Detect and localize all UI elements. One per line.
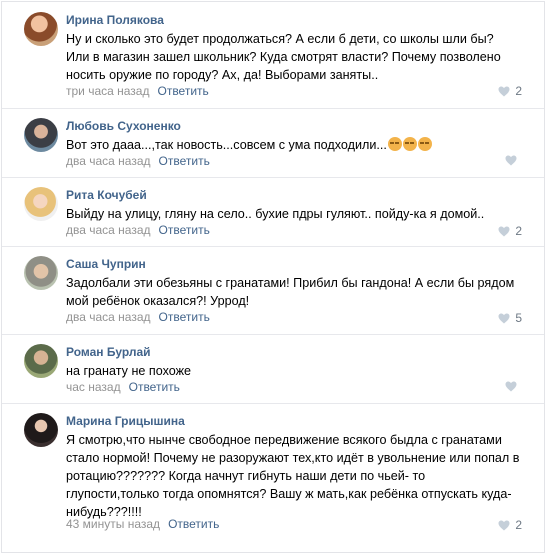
comment-meta: два часа назад Ответить: [66, 223, 210, 237]
like-count: 2: [515, 84, 522, 98]
like-button[interactable]: 2: [498, 84, 522, 98]
like-button[interactable]: [505, 155, 522, 166]
avatar[interactable]: [24, 12, 58, 46]
reply-link[interactable]: Ответить: [159, 310, 210, 324]
comment-author[interactable]: Марина Грицышина: [66, 414, 185, 428]
like-button[interactable]: 5: [498, 311, 522, 325]
avatar[interactable]: [24, 413, 58, 447]
like-button[interactable]: 2: [498, 518, 522, 532]
heart-icon: [505, 155, 517, 166]
comment-text: Ну и сколько это будет продолжаться? А е…: [66, 32, 501, 82]
comment-author[interactable]: Ирина Полякова: [66, 13, 164, 27]
like-count: 2: [515, 224, 522, 238]
comment-time[interactable]: 43 минуты назад: [66, 517, 160, 531]
like-button[interactable]: 2: [498, 224, 522, 238]
avatar[interactable]: [24, 344, 58, 378]
comment-author[interactable]: Любовь Сухоненко: [66, 119, 181, 133]
avatar[interactable]: [24, 118, 58, 152]
reply-link[interactable]: Ответить: [159, 223, 210, 237]
comment-item: Марина Грицышина Я смотрю,что нынче своб…: [2, 403, 544, 552]
heart-icon: [498, 226, 510, 236]
comment-time[interactable]: два часа назад: [66, 310, 151, 324]
like-count: 5: [515, 311, 522, 325]
comment-time[interactable]: три часа назад: [66, 84, 149, 98]
like-count: 2: [515, 518, 522, 532]
avatar[interactable]: [24, 187, 58, 221]
comment-text: Вот это дааа...,так новость...совсем с у…: [66, 136, 520, 154]
comment-time[interactable]: час назад: [66, 380, 121, 394]
reply-link[interactable]: Ответить: [157, 84, 208, 98]
comment-text-body: Вот это дааа...,так новость...совсем с у…: [66, 138, 387, 152]
comment-text: Задолбали эти обезьяны с гранатами! Приб…: [66, 276, 515, 308]
comment-item: Роман Бурлай на гранату не похоже час на…: [2, 334, 544, 404]
comment-text: на гранату не похоже: [66, 364, 192, 378]
comment-meta: два часа назад Ответить: [66, 310, 210, 324]
heart-icon: [505, 381, 517, 392]
reply-link[interactable]: Ответить: [129, 380, 180, 394]
comments-list: Ирина Полякова Ну и сколько это будет пр…: [1, 1, 545, 553]
comment-author[interactable]: Саша Чуприн: [66, 257, 146, 271]
avatar[interactable]: [24, 256, 58, 290]
comment-author[interactable]: Рита Кочубей: [66, 188, 147, 202]
comment-item: Саша Чуприн Задолбали эти обезьяны с гра…: [2, 246, 544, 335]
reply-link[interactable]: Ответить: [168, 517, 219, 531]
comment-meta: час назад Ответить: [66, 380, 180, 394]
heart-icon: [498, 86, 510, 96]
comment-item: Рита Кочубей Выйду на улицу, гляну на се…: [2, 177, 544, 247]
comment-meta: 43 минуты назад Ответить: [66, 517, 219, 531]
comment-meta: три часа назад Ответить: [66, 84, 209, 98]
comment-item: Ирина Полякова Ну и сколько это будет пр…: [2, 2, 544, 109]
heart-icon: [498, 520, 510, 530]
comment-meta: два часа назад Ответить: [66, 154, 210, 168]
comment-time[interactable]: два часа назад: [66, 223, 151, 237]
like-button[interactable]: [505, 381, 522, 392]
comment-item: Любовь Сухоненко Вот это дааа...,так нов…: [2, 108, 544, 178]
comment-author[interactable]: Роман Бурлай: [66, 345, 151, 359]
sad-emoji-icon: [387, 137, 402, 151]
comment-time[interactable]: два часа назад: [66, 154, 151, 168]
comment-text: Я смотрю,что нынче свободное передвижени…: [66, 433, 520, 519]
sad-emoji-icon: [417, 137, 432, 151]
sad-emoji-icon: [402, 137, 417, 151]
comment-text: Выйду на улицу, гляну на село.. бухие пд…: [66, 207, 485, 221]
heart-icon: [498, 313, 510, 323]
reply-link[interactable]: Ответить: [159, 154, 210, 168]
